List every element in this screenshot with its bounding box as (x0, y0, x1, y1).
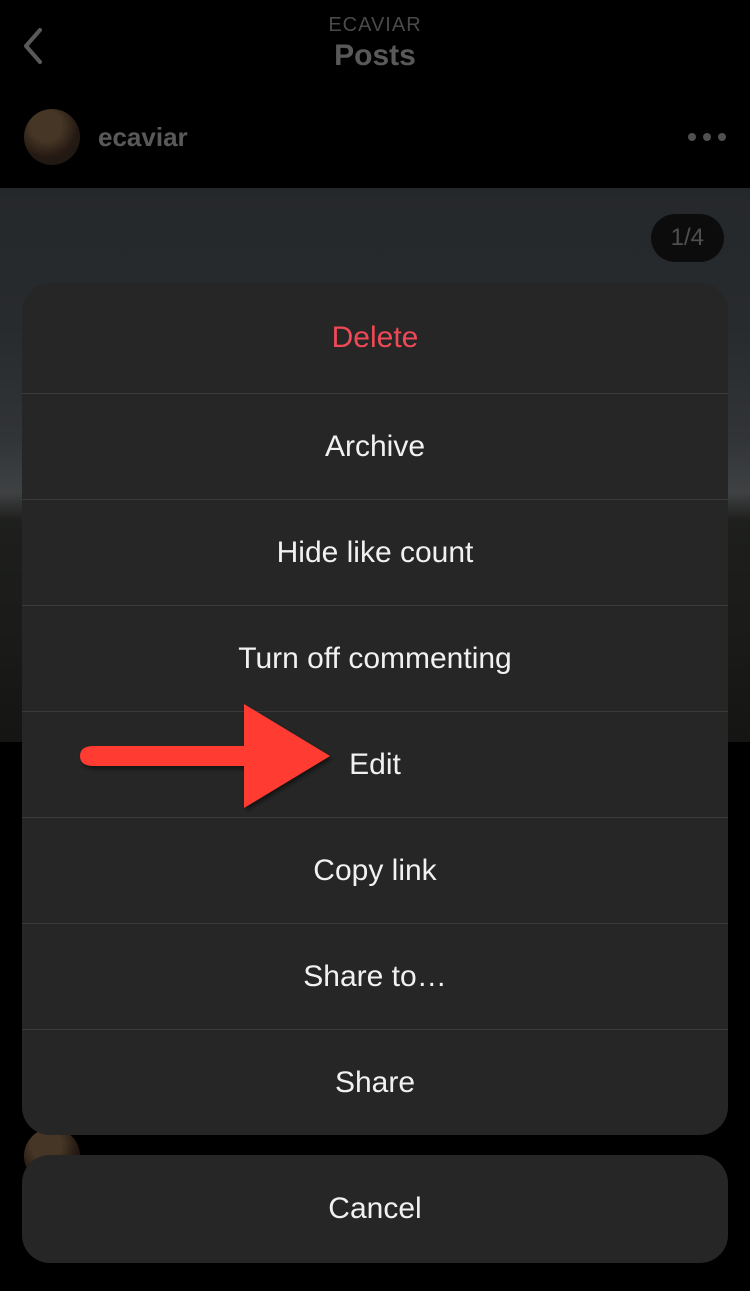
sheet-item-edit[interactable]: Edit (22, 711, 728, 817)
top-bar: ECAVIAR Posts (0, 0, 750, 86)
page-title: Posts (334, 39, 416, 73)
sheet-item-copy-link[interactable]: Copy link (22, 817, 728, 923)
sheet-item-turn-off-commenting[interactable]: Turn off commenting (22, 605, 728, 711)
post-username[interactable]: ecaviar (98, 122, 688, 153)
sheet-item-share[interactable]: Share (22, 1029, 728, 1135)
action-sheet-container: Delete Archive Hide like count Turn off … (0, 283, 750, 1291)
sheet-item-archive[interactable]: Archive (22, 393, 728, 499)
more-icon[interactable] (688, 133, 726, 141)
sheet-item-hide-like-count[interactable]: Hide like count (22, 499, 728, 605)
avatar[interactable] (24, 109, 80, 165)
cancel-button[interactable]: Cancel (22, 1155, 728, 1263)
carousel-counter: 1/4 (651, 214, 724, 262)
header-username: ECAVIAR (328, 14, 421, 37)
back-icon[interactable] (22, 28, 44, 64)
action-sheet: Delete Archive Hide like count Turn off … (22, 283, 728, 1135)
sheet-item-share-to[interactable]: Share to… (22, 923, 728, 1029)
post-header: ecaviar (0, 86, 750, 188)
sheet-item-delete[interactable]: Delete (22, 283, 728, 393)
